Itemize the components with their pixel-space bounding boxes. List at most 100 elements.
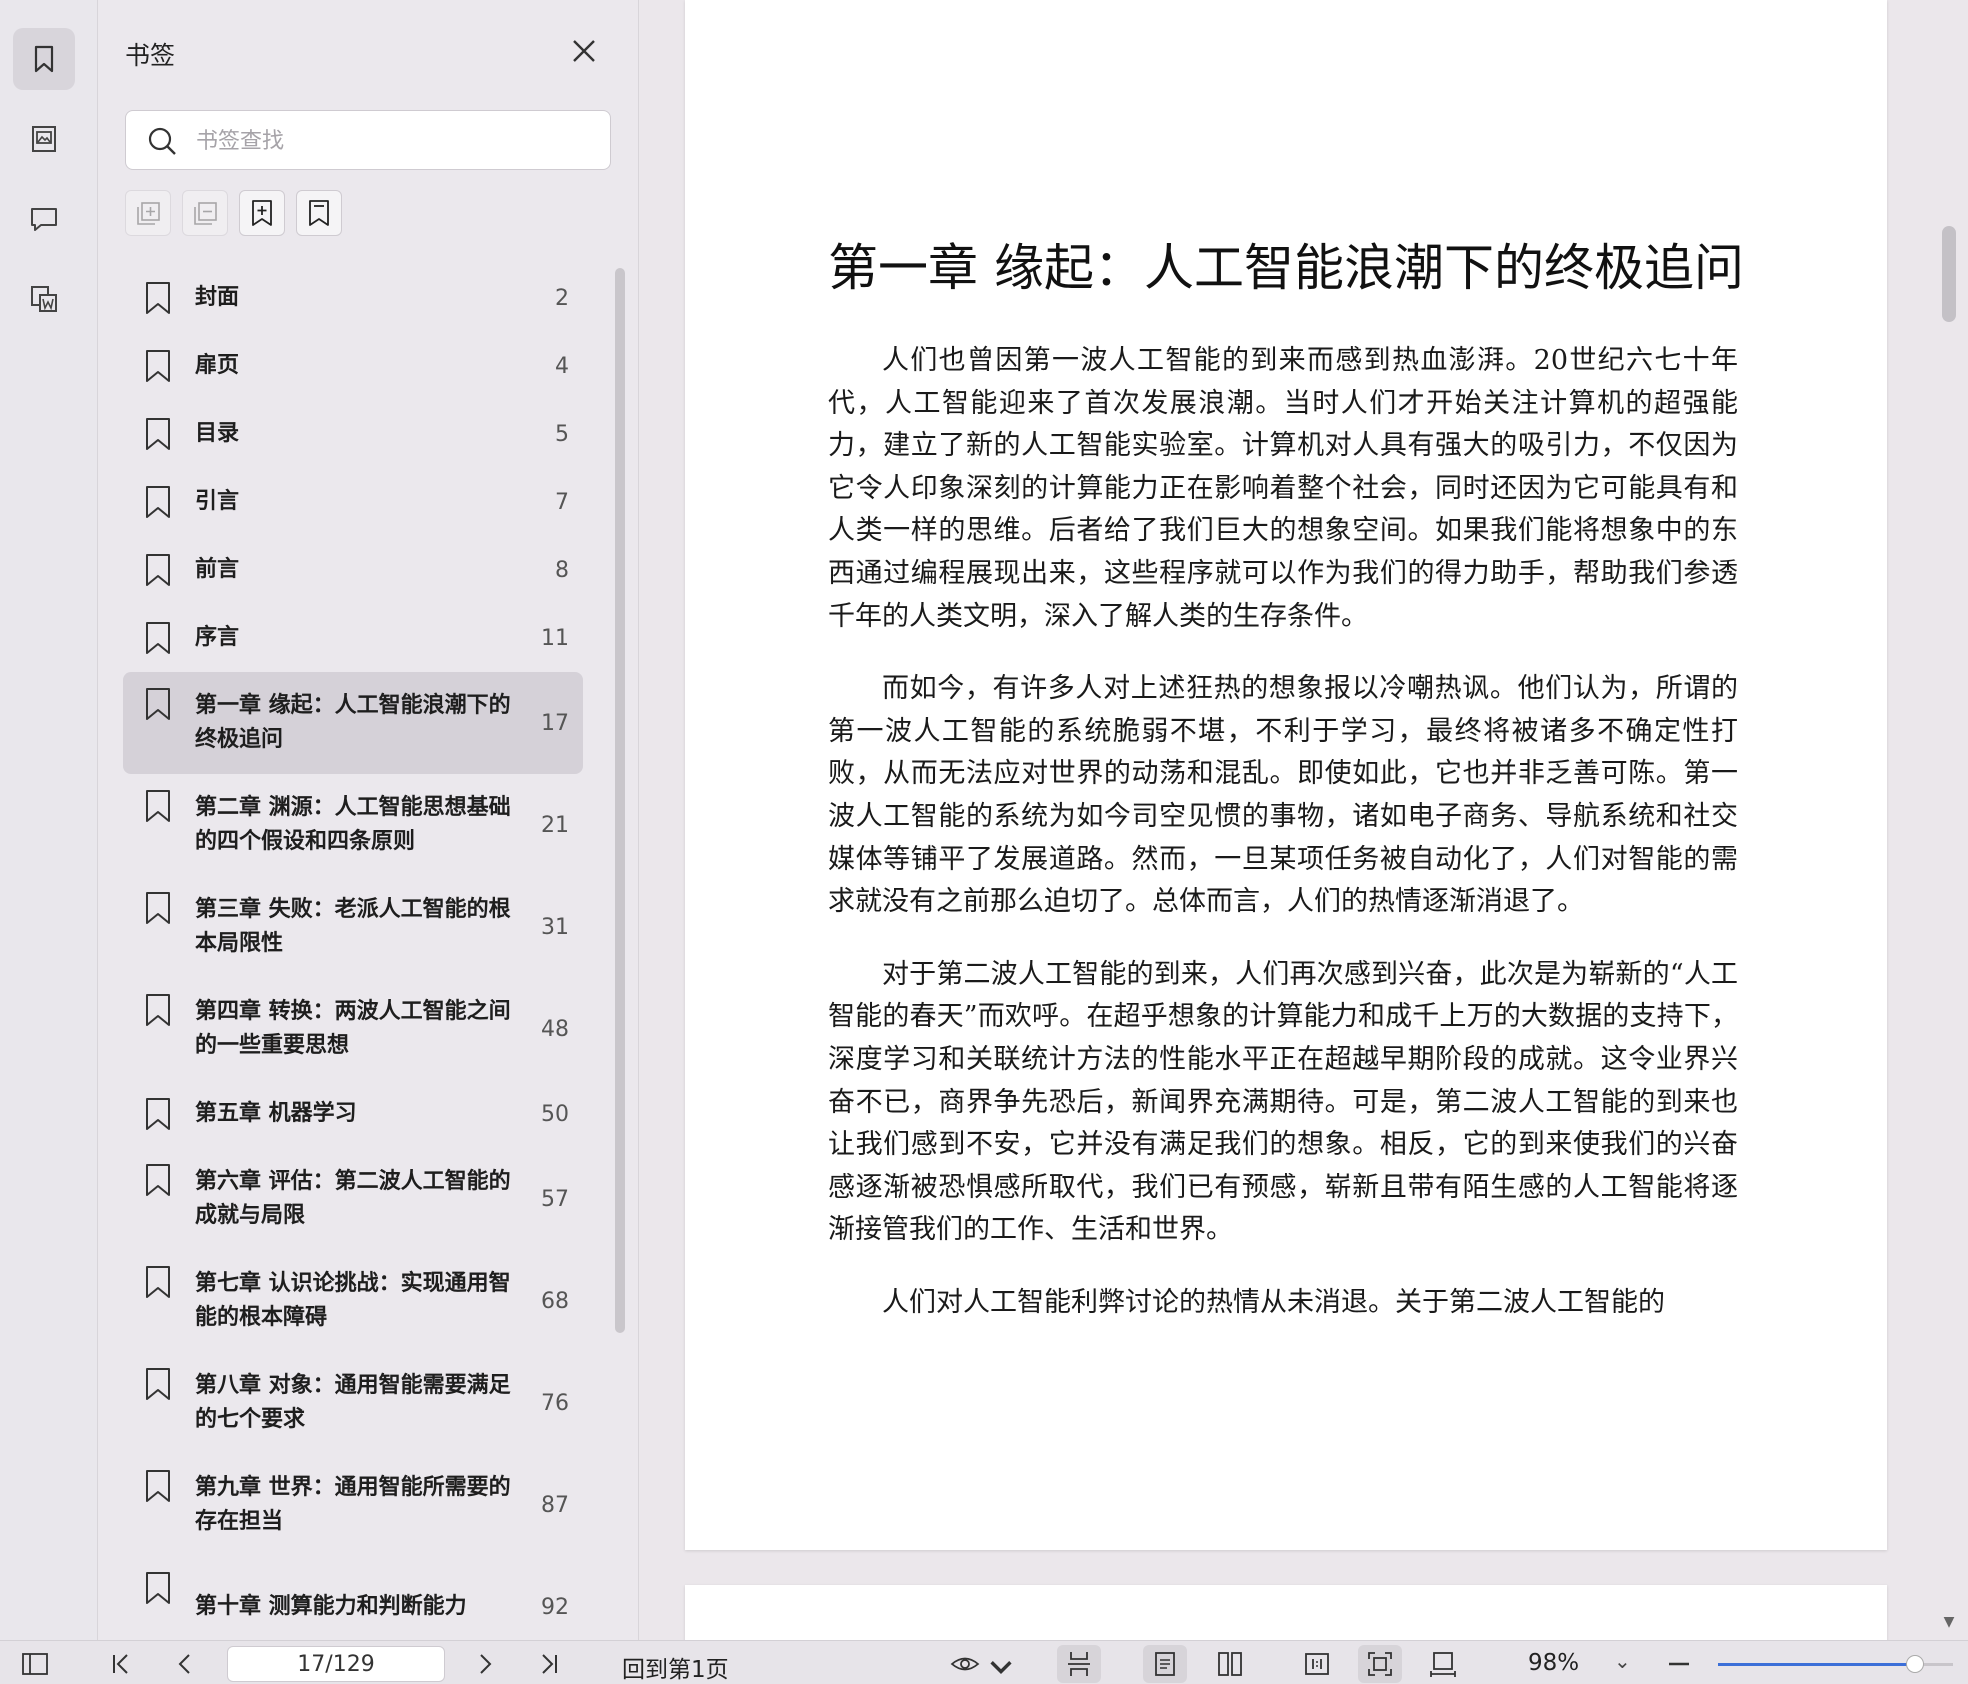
paragraph: 对于第二波人工智能的到来，人们再次感到兴奋，此次是为崭新的“人工智能的春天”而欢… xyxy=(828,958,1738,1246)
bookmarks-panel-button[interactable] xyxy=(13,28,75,90)
close-icon[interactable] xyxy=(569,36,599,66)
scroll-down-arrow-icon[interactable]: ▼ xyxy=(1938,1614,1960,1630)
fit-width-icon xyxy=(1430,1652,1456,1677)
bookmark-page-number: 4 xyxy=(555,353,569,379)
bookmark-flag-icon xyxy=(309,200,329,226)
fit-page-icon xyxy=(1368,1652,1392,1676)
eye-icon xyxy=(950,1657,980,1671)
zoom-level[interactable]: 98% xyxy=(1528,1650,1579,1676)
paragraph: 人们对人工智能利弊讨论的热情从未消退。关于第二波人工智能的 xyxy=(882,1286,1665,1318)
bookmark-page-number: 21 xyxy=(541,812,569,838)
bookmark-item[interactable]: 第六章 评估：第二波人工智能的成就与局限 57 xyxy=(123,1148,583,1250)
bookmark-item[interactable]: 第九章 世界：通用智能所需要的存在担当 87 xyxy=(123,1454,583,1556)
bookmark-page-number: 68 xyxy=(541,1288,569,1314)
bookmark-item[interactable]: 第一章 缘起：人工智能浪潮下的终极追问 17 xyxy=(123,672,583,774)
bookmark-icon xyxy=(146,1572,170,1604)
back-to-first-page-link[interactable]: 回到第1页 xyxy=(622,1650,729,1684)
page-number-input[interactable] xyxy=(227,1646,445,1682)
bookmark-icon xyxy=(34,45,54,73)
zoom-slider[interactable] xyxy=(1718,1655,1953,1673)
collapse-all-button[interactable] xyxy=(182,190,228,236)
bookmark-label: 封面 xyxy=(195,285,240,310)
expand-all-icon xyxy=(137,202,160,225)
bookmark-label: 第一章 缘起：人工智能浪潮下的终极追问 xyxy=(195,693,511,752)
panel-title: 书签 xyxy=(125,41,176,70)
bookmark-item[interactable]: 第二章 渊源：人工智能思想基础的四个假设和四条原则 21 xyxy=(123,774,583,876)
bookmark-label: 第九章 世界：通用智能所需要的存在担当 xyxy=(195,1475,511,1534)
chevron-right-icon xyxy=(480,1654,492,1674)
last-page-button[interactable] xyxy=(534,1649,564,1679)
document-viewport: 第一章 缘起：人工智能浪潮下的终极追问 人们也曾因第一波人工智能的到来而感到热血… xyxy=(640,0,1968,1665)
chevron-down-icon[interactable] xyxy=(986,1651,1012,1681)
word-convert-icon xyxy=(31,286,57,312)
bookmark-icon xyxy=(146,892,170,924)
add-bookmark-icon xyxy=(252,200,272,226)
bookmark-icon xyxy=(146,486,170,518)
bookmark-item[interactable]: 前言 8 xyxy=(123,536,583,604)
bookmark-item[interactable]: 第五章 机器学习 50 xyxy=(123,1080,583,1148)
document-page: 第一章 缘起：人工智能浪潮下的终极追问 人们也曾因第一波人工智能的到来而感到热血… xyxy=(685,0,1887,1550)
collapse-all-icon xyxy=(194,202,217,225)
fit-width-button[interactable] xyxy=(1428,1649,1458,1679)
bookmark-page-number: 17 xyxy=(541,710,569,736)
bookmark-item[interactable]: 第八章 对象：通用智能需要满足的七个要求 76 xyxy=(123,1352,583,1454)
bookmark-icon xyxy=(146,1164,170,1196)
zoom-slider-thumb[interactable] xyxy=(1906,1655,1925,1673)
bookmark-page-number: 92 xyxy=(541,1594,569,1620)
sidebar-toggle-icon xyxy=(22,1653,48,1675)
bookmark-page-number: 48 xyxy=(541,1016,569,1042)
comments-panel-button[interactable] xyxy=(13,188,75,250)
image-thumbnail-icon xyxy=(32,126,56,152)
bookmark-icon xyxy=(146,790,170,822)
bookmark-item[interactable]: 目录 5 xyxy=(123,400,583,468)
bookmark-item[interactable]: 序言 11 xyxy=(123,604,583,672)
first-page-icon xyxy=(113,1654,128,1674)
search-icon xyxy=(148,127,176,155)
add-bookmark-button[interactable] xyxy=(239,190,285,236)
page-body: 人们也曾因第一波人工智能的到来而感到热血澎湃。20世纪六七十年代，人工智能迎来了… xyxy=(828,340,1738,1354)
actual-size-button[interactable] xyxy=(1302,1649,1332,1679)
zoom-out-button[interactable] xyxy=(1664,1649,1694,1679)
next-page-button[interactable] xyxy=(470,1649,500,1679)
continuous-page-icon xyxy=(1068,1652,1090,1676)
paragraph: 人们也曾因第一波人工智能的到来而感到热血澎湃。20世纪六七十年代，人工智能迎来了… xyxy=(828,345,1738,632)
bookmark-list-scrollbar[interactable] xyxy=(615,268,625,1333)
two-page-icon xyxy=(1218,1652,1242,1676)
bookmark-page-number: 87 xyxy=(541,1492,569,1518)
expand-all-button[interactable] xyxy=(125,190,171,236)
convert-word-panel-button[interactable] xyxy=(13,268,75,330)
zoom-slider-fill xyxy=(1718,1663,1916,1666)
bookmark-search-input[interactable] xyxy=(196,121,596,161)
paragraph: 而如今，有许多人对上述狂热的想象报以冷嘲热讽。他们认为，所谓的第一波人工智能的系… xyxy=(828,673,1738,918)
bookmark-label: 第三章 失败：老派人工智能的根本局限性 xyxy=(195,897,511,956)
fit-page-button[interactable] xyxy=(1358,1645,1402,1683)
bookmark-item[interactable]: 第三章 失败：老派人工智能的根本局限性 31 xyxy=(123,876,583,978)
bookmark-item[interactable]: 扉页 4 xyxy=(123,332,583,400)
bookmark-label: 第六章 评估：第二波人工智能的成就与局限 xyxy=(195,1169,511,1228)
single-page-button[interactable] xyxy=(1143,1645,1187,1683)
bookmark-label: 序言 xyxy=(195,625,240,650)
document-scrollbar[interactable] xyxy=(1942,226,1956,322)
bookmark-item[interactable]: 第七章 认识论挑战：实现通用智能的根本障碍 68 xyxy=(123,1250,583,1352)
bookmark-item[interactable]: 第四章 转换：两波人工智能之间的一些重要思想 48 xyxy=(123,978,583,1080)
first-page-button[interactable] xyxy=(106,1649,136,1679)
continuous-scroll-button[interactable] xyxy=(1057,1645,1101,1683)
bookmark-icon xyxy=(146,1470,170,1502)
two-page-button[interactable] xyxy=(1215,1649,1245,1679)
previous-page-button[interactable] xyxy=(170,1649,200,1679)
bookmark-label: 第十章 测算能力和判断能力 xyxy=(195,1594,467,1619)
toggle-sidebar-button[interactable] xyxy=(20,1649,50,1679)
thumbnails-panel-button[interactable] xyxy=(13,108,75,170)
bookmark-page-number: 31 xyxy=(541,914,569,940)
bookmark-item[interactable]: 引言 7 xyxy=(123,468,583,536)
reading-mode-button[interactable] xyxy=(950,1649,980,1679)
bookmark-label: 目录 xyxy=(195,421,240,446)
bookmark-label: 前言 xyxy=(195,557,240,582)
bookmark-current-button[interactable] xyxy=(296,190,342,236)
bookmark-list: 封面 2 扉页 4 目录 5 引言 7 前言 8 序言 11 第一章 缘起：人工智能浪潮下的终极追问 17… xyxy=(123,264,583,1658)
bookmark-item[interactable]: 封面 2 xyxy=(123,264,583,332)
zoom-dropdown-icon[interactable]: ⌄ xyxy=(1614,1649,1631,1673)
chapter-title: 第一章 缘起：人工智能浪潮下的终极追问 xyxy=(828,239,1744,297)
bookmark-icon xyxy=(146,554,170,586)
bookmark-label: 第二章 渊源：人工智能思想基础的四个假设和四条原则 xyxy=(195,795,511,854)
